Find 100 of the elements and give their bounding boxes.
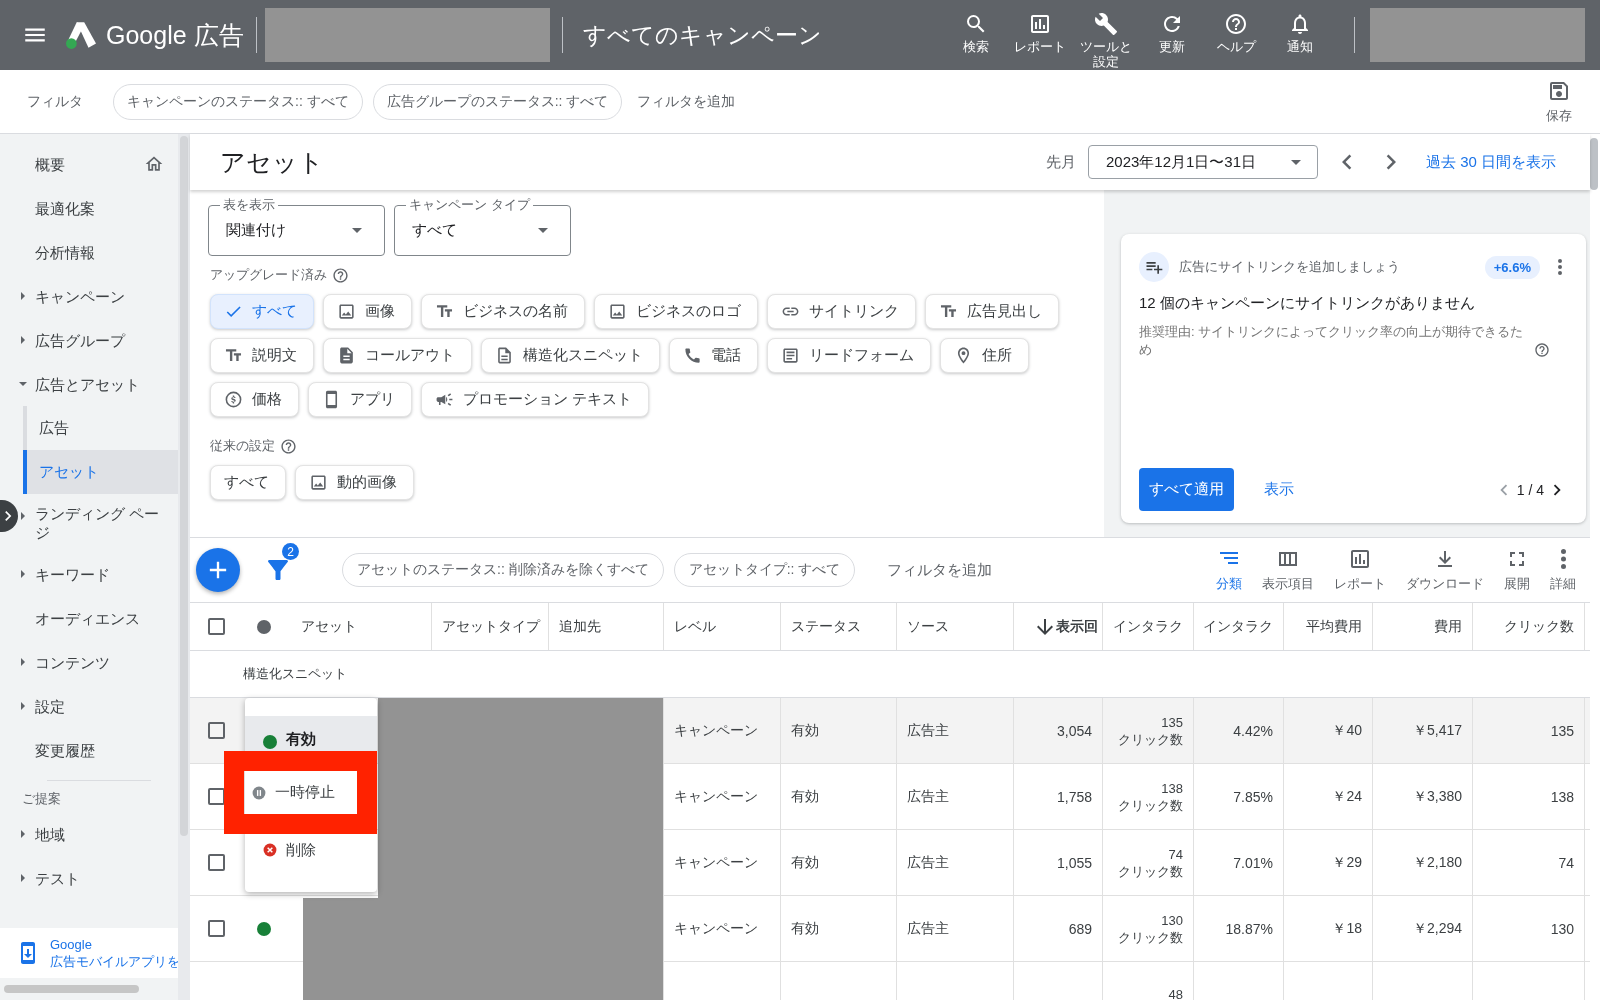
table-action-button[interactable]: 分類: [1216, 547, 1242, 593]
asset-type-chip[interactable]: ビジネスのロゴ: [594, 294, 758, 329]
dropdown-arrow-icon: [538, 228, 548, 233]
help-icon[interactable]: [332, 266, 349, 284]
checkbox[interactable]: [208, 854, 225, 871]
status-dot[interactable]: [257, 921, 271, 936]
bar-chart-icon: [1348, 547, 1372, 571]
table-view-dropdown[interactable]: 表を表示 関連付け: [208, 196, 385, 256]
scrollbar-thumb[interactable]: [1590, 138, 1598, 190]
column-header[interactable]: インタラク: [1113, 617, 1183, 636]
asset-type-chip[interactable]: サイトリンク: [767, 294, 916, 329]
wrench-icon: [1094, 12, 1118, 36]
asset-type-chip[interactable]: すべて: [210, 294, 314, 329]
report-button[interactable]: レポート: [1014, 12, 1066, 54]
account-title[interactable]: すべてのキャンペーン: [582, 19, 822, 51]
column-header[interactable]: アセットタイプ: [442, 617, 540, 636]
asset-type-chip[interactable]: リードフォーム: [767, 338, 931, 373]
asset-type-chip[interactable]: コールアウト: [323, 338, 472, 373]
image-icon: [608, 302, 627, 321]
notifications-button[interactable]: 通知: [1274, 12, 1326, 54]
nav-item[interactable]: 概要: [18, 142, 178, 186]
column-header[interactable]: 追加先: [559, 617, 601, 636]
column-header[interactable]: ステータス: [791, 617, 861, 636]
form-icon: [781, 346, 800, 365]
nav-item[interactable]: キーワード: [18, 552, 178, 596]
table-action-button[interactable]: ダウンロード: [1406, 547, 1484, 593]
checkbox[interactable]: [208, 788, 225, 805]
table-action-button[interactable]: 表示項目: [1262, 547, 1314, 593]
app-promo[interactable]: Google 広告モバイルアプリを: [0, 928, 178, 978]
asset-type-chip[interactable]: アプリ: [308, 382, 412, 417]
date-range-dropdown[interactable]: 2023年12月1日〜31日: [1087, 145, 1318, 179]
nav-item[interactable]: ランディング ページ: [18, 494, 178, 552]
add-filter-link[interactable]: フィルタを追加: [887, 560, 993, 580]
nav-item[interactable]: 広告とアセット: [18, 362, 178, 406]
table-cell: 138: [1550, 788, 1574, 805]
column-header[interactable]: インタラク: [1203, 617, 1273, 636]
sort-arrow-icon[interactable]: [1037, 618, 1053, 635]
column-header[interactable]: アセット: [301, 617, 357, 636]
more-icon[interactable]: [1558, 259, 1562, 275]
asset-type-chip[interactable]: 広告見出し: [925, 294, 1059, 329]
menu-item[interactable]: 削除: [245, 834, 377, 866]
campaign-type-dropdown[interactable]: キャンペーン タイプ すべて: [394, 196, 571, 256]
asset-type-chip[interactable]: 住所: [940, 338, 1029, 373]
column-header[interactable]: ソース: [907, 617, 949, 636]
apply-all-button[interactable]: すべて適用: [1139, 468, 1234, 511]
add-filter-link[interactable]: フィルタを追加: [637, 92, 736, 111]
checkbox[interactable]: [208, 920, 225, 937]
table-cell: 689: [1068, 920, 1092, 937]
checkbox[interactable]: [208, 722, 225, 739]
nav-item[interactable]: 分析情報: [18, 230, 178, 274]
asset-type-chip[interactable]: 画像: [323, 294, 412, 329]
view-link[interactable]: 表示: [1264, 480, 1294, 499]
table-cell: 広告主: [907, 919, 949, 938]
image-icon: [337, 302, 356, 321]
recent-period-link[interactable]: 過去 30 日間を表示: [1425, 152, 1556, 172]
asset-type-chip[interactable]: すべて: [210, 465, 286, 500]
filter-icon[interactable]: [268, 560, 288, 580]
tools-button[interactable]: ツールと設定: [1078, 12, 1134, 69]
asset-type-chip[interactable]: 動的画像: [295, 465, 414, 500]
add-button[interactable]: [196, 548, 240, 592]
table-action-button[interactable]: 詳細: [1550, 547, 1576, 593]
table-action-button[interactable]: レポート: [1334, 547, 1386, 593]
search-button[interactable]: 検索: [950, 12, 1002, 54]
column-header[interactable]: クリック数: [1504, 617, 1574, 636]
nav-item[interactable]: 設定: [18, 684, 178, 728]
nav-item[interactable]: キャンペーン: [18, 274, 178, 318]
column-header[interactable]: レベル: [674, 617, 716, 636]
nav-subitem[interactable]: アセット: [23, 450, 178, 494]
asset-type-chip[interactable]: ビジネスの名前: [421, 294, 585, 329]
column-header[interactable]: 表示回: [1056, 617, 1098, 636]
table-cell: 有効: [791, 721, 819, 740]
home-icon: [144, 154, 164, 174]
nav-item[interactable]: 最適化案: [18, 186, 178, 230]
nav-item[interactable]: オーディエンス: [18, 596, 178, 640]
asset-type-chip[interactable]: 電話: [669, 338, 758, 373]
nav-item[interactable]: 地域: [18, 812, 178, 856]
table-action-button[interactable]: 展開: [1504, 547, 1530, 593]
checkbox[interactable]: [208, 618, 225, 635]
scrollbar-thumb[interactable]: [4, 985, 139, 993]
table-cell: 広告主: [907, 721, 949, 740]
more-icon: [1560, 549, 1566, 569]
save-button[interactable]: 保存: [1546, 78, 1572, 125]
help-button[interactable]: ヘルプ: [1210, 12, 1262, 54]
asset-type-chip[interactable]: プロモーション テキスト: [421, 382, 650, 417]
menu-item[interactable]: 一時停止: [224, 751, 377, 834]
nav-item[interactable]: コンテンツ: [18, 640, 178, 684]
nav-item[interactable]: テスト: [18, 856, 178, 900]
column-header[interactable]: 費用: [1434, 617, 1462, 636]
asset-type-chip[interactable]: 説明文: [210, 338, 314, 373]
column-header[interactable]: 平均費用: [1306, 617, 1362, 636]
menu-item[interactable]: 有効: [245, 716, 377, 751]
asset-type-chip[interactable]: 構造化スニペット: [481, 338, 660, 373]
asset-type-chip[interactable]: 価格: [210, 382, 299, 417]
nav-item[interactable]: 変更履歴: [18, 728, 178, 772]
nav-item[interactable]: 広告グループ: [18, 318, 178, 362]
help-icon[interactable]: [1534, 342, 1550, 358]
help-icon[interactable]: [280, 437, 297, 455]
refresh-button[interactable]: 更新: [1146, 12, 1198, 54]
table-cell: 7.01%: [1233, 854, 1273, 871]
caret-icon: [21, 658, 25, 666]
